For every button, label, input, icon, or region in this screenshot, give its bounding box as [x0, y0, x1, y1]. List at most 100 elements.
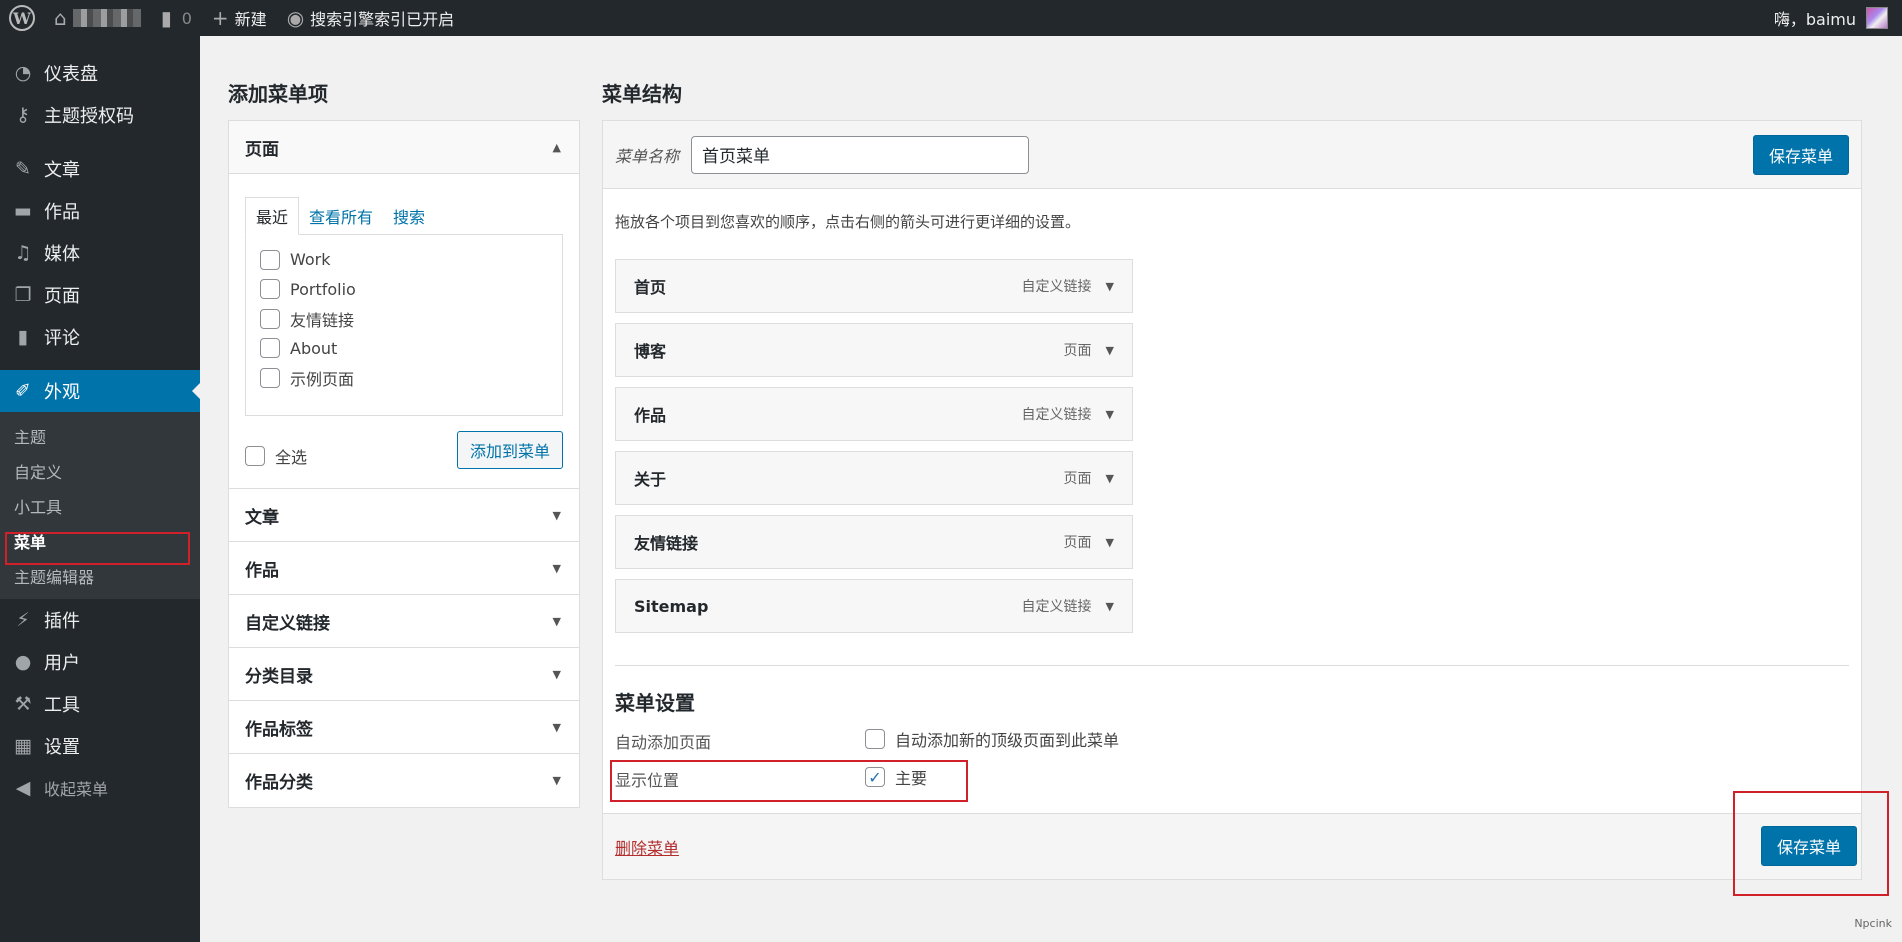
settings-divider	[615, 665, 1849, 666]
menu-structure-title: 菜单结构	[602, 82, 682, 106]
sidebar-item-label: 工具	[44, 695, 80, 716]
expand-arrow-icon[interactable]: ▼	[1106, 600, 1114, 613]
select-all-row[interactable]: 全选	[245, 444, 307, 468]
menu-item-sitemap[interactable]: Sitemap 自定义链接 ▼	[615, 579, 1133, 633]
sidebar-item-users[interactable]: ● 用户	[0, 641, 200, 683]
collapse-icon: ◀	[15, 777, 31, 799]
page-label: About	[290, 338, 338, 358]
greeting-label: 嗨，baimu	[1773, 10, 1856, 29]
expand-arrow-icon: ▼	[552, 720, 561, 734]
list-item[interactable]: About	[260, 334, 548, 364]
new-content-link[interactable]: + 新建	[202, 0, 277, 36]
sidebar-item-label: 评论	[44, 328, 80, 349]
expand-arrow-icon[interactable]: ▼	[1106, 472, 1114, 485]
auto-add-option-label: 自动添加新的顶级页面到此菜单	[895, 731, 1120, 750]
auto-add-option[interactable]: 自动添加新的顶级页面到此菜单	[865, 727, 1119, 751]
select-all-checkbox[interactable]	[245, 446, 265, 466]
save-menu-button-top[interactable]: 保存菜单	[1752, 134, 1849, 175]
wordpress-logo-icon[interactable]: W	[0, 0, 44, 36]
tab-search[interactable]: 搜索	[383, 198, 435, 234]
expand-arrow-icon: ▼	[552, 561, 561, 575]
expand-arrow-icon: ▼	[552, 774, 561, 787]
tab-recent[interactable]: 最近	[245, 197, 300, 235]
menu-item-type: 自定义链接	[1021, 279, 1092, 295]
menu-item-title: Sitemap	[634, 596, 709, 616]
menu-item-links[interactable]: 友情链接 页面 ▼	[615, 515, 1133, 569]
menu-item-title: 作品	[634, 406, 667, 425]
account-link[interactable]: 嗨，baimu	[1764, 0, 1902, 36]
wrench-icon: ⚒	[14, 693, 32, 715]
sidebar-item-label: 媒体	[44, 244, 80, 265]
menu-item-title: 首页	[634, 278, 667, 297]
expand-arrow-icon[interactable]: ▼	[1106, 280, 1114, 293]
sidebar-item-dashboard[interactable]: ◔ 仪表盘	[0, 52, 200, 94]
site-name-link[interactable]: ⌂	[44, 0, 151, 36]
expand-arrow-icon[interactable]: ▼	[1106, 536, 1114, 549]
menu-item-about[interactable]: 关于 页面 ▼	[615, 451, 1133, 505]
sidebar-item-label: 插件	[44, 611, 80, 632]
menu-item-blog[interactable]: 博客 页面 ▼	[615, 323, 1133, 377]
comments-link[interactable]: ▮ 0	[151, 0, 202, 36]
expand-arrow-icon[interactable]: ▼	[1106, 344, 1114, 357]
menu-item-works[interactable]: 作品 自定义链接 ▼	[615, 387, 1133, 441]
menu-item-home[interactable]: 首页 自定义链接 ▼	[615, 259, 1133, 313]
page-checkbox[interactable]	[260, 338, 280, 359]
pages-tabs: 最近 查看所有 搜索	[245, 197, 563, 235]
sidebar-item-settings[interactable]: ▦ 设置	[0, 725, 200, 767]
accordion-title: 作品	[245, 560, 279, 581]
sidebar-item-posts[interactable]: ✎ 文章	[0, 148, 200, 190]
sidebar-item-appearance[interactable]: ✐ 外观	[0, 370, 200, 412]
tab-view-all[interactable]: 查看所有	[299, 198, 383, 234]
accordion-custom-links-header[interactable]: 自定义链接 ▼	[229, 595, 579, 648]
page-checkbox[interactable]	[260, 308, 280, 329]
sidebar-item-tools[interactable]: ⚒ 工具	[0, 683, 200, 725]
sidebar-item-works[interactable]: ▬ 作品	[0, 190, 200, 232]
submenu-widgets[interactable]: 小工具	[0, 488, 200, 523]
page-checkbox[interactable]	[260, 367, 280, 388]
recent-pages-panel: Work Portfolio 友情链接 About 示例页面	[245, 234, 563, 416]
search-engine-notice[interactable]: ◉ 搜索引擎索引已开启	[277, 0, 464, 36]
sidebar-item-label: 文章	[44, 160, 80, 181]
menu-item-type: 自定义链接	[1021, 407, 1092, 423]
home-icon: ⌂	[54, 6, 67, 30]
user-icon: ●	[14, 651, 32, 673]
sidebar-item-media[interactable]: ♫ 媒体	[0, 232, 200, 274]
page-label: 示例页面	[290, 369, 355, 389]
sidebar-item-license[interactable]: ⚷ 主题授权码	[0, 94, 200, 136]
accordion-title: 作品分类	[245, 773, 313, 793]
sidebar-item-label: 用户	[44, 653, 80, 674]
expand-arrow-icon[interactable]: ▼	[1106, 408, 1114, 421]
submenu-customize[interactable]: 自定义	[0, 453, 200, 488]
menu-item-type: 页面	[1063, 471, 1092, 487]
auto-add-checkbox[interactable]	[865, 729, 885, 749]
page-checkbox[interactable]	[260, 249, 280, 270]
list-item[interactable]: Portfolio	[260, 275, 548, 305]
sidebar-item-label: 外观	[44, 382, 80, 403]
collapse-menu-button[interactable]: ◀ 收起菜单	[0, 767, 200, 809]
accordion-categories-header[interactable]: 分类目录 ▼	[229, 648, 579, 701]
appearance-submenu: 主题 自定义 小工具 菜单 主题编辑器	[0, 412, 200, 599]
sidebar-item-plugins[interactable]: ⚡ 插件	[0, 599, 200, 641]
accordion-works-header[interactable]: 作品 ▼	[229, 542, 579, 595]
menu-name-input[interactable]: 首页菜单	[691, 135, 1030, 174]
menus-highlight-box	[5, 532, 190, 565]
auto-add-label: 自动添加页面	[615, 733, 712, 752]
page-checkbox[interactable]	[260, 279, 280, 300]
list-item[interactable]: Work	[260, 245, 548, 275]
list-item[interactable]: 友情链接	[260, 304, 548, 334]
accordion-work-categories-header[interactable]: 作品分类 ▼	[229, 754, 579, 807]
sidebar-item-pages[interactable]: ❐ 页面	[0, 274, 200, 316]
delete-menu-link[interactable]: 删除菜单	[615, 835, 679, 859]
add-to-menu-button[interactable]: 添加到菜单	[456, 431, 563, 469]
sidebar-item-label: 仪表盘	[44, 64, 98, 85]
accordion-posts-header[interactable]: 文章 ▼	[229, 489, 579, 542]
submenu-themes[interactable]: 主题	[0, 418, 200, 453]
accordion-work-tags-header[interactable]: 作品标签 ▼	[229, 701, 579, 754]
list-item[interactable]: 示例页面	[260, 363, 548, 393]
avatar	[1866, 7, 1888, 29]
sidebar-item-comments[interactable]: ▮ 评论	[0, 316, 200, 358]
menu-settings-title: 菜单设置	[615, 691, 695, 715]
accordion-pages-header[interactable]: 页面 ▲	[229, 121, 579, 174]
sidebar-item-label: 页面	[44, 286, 80, 307]
menu-item-title: 友情链接	[634, 534, 699, 553]
